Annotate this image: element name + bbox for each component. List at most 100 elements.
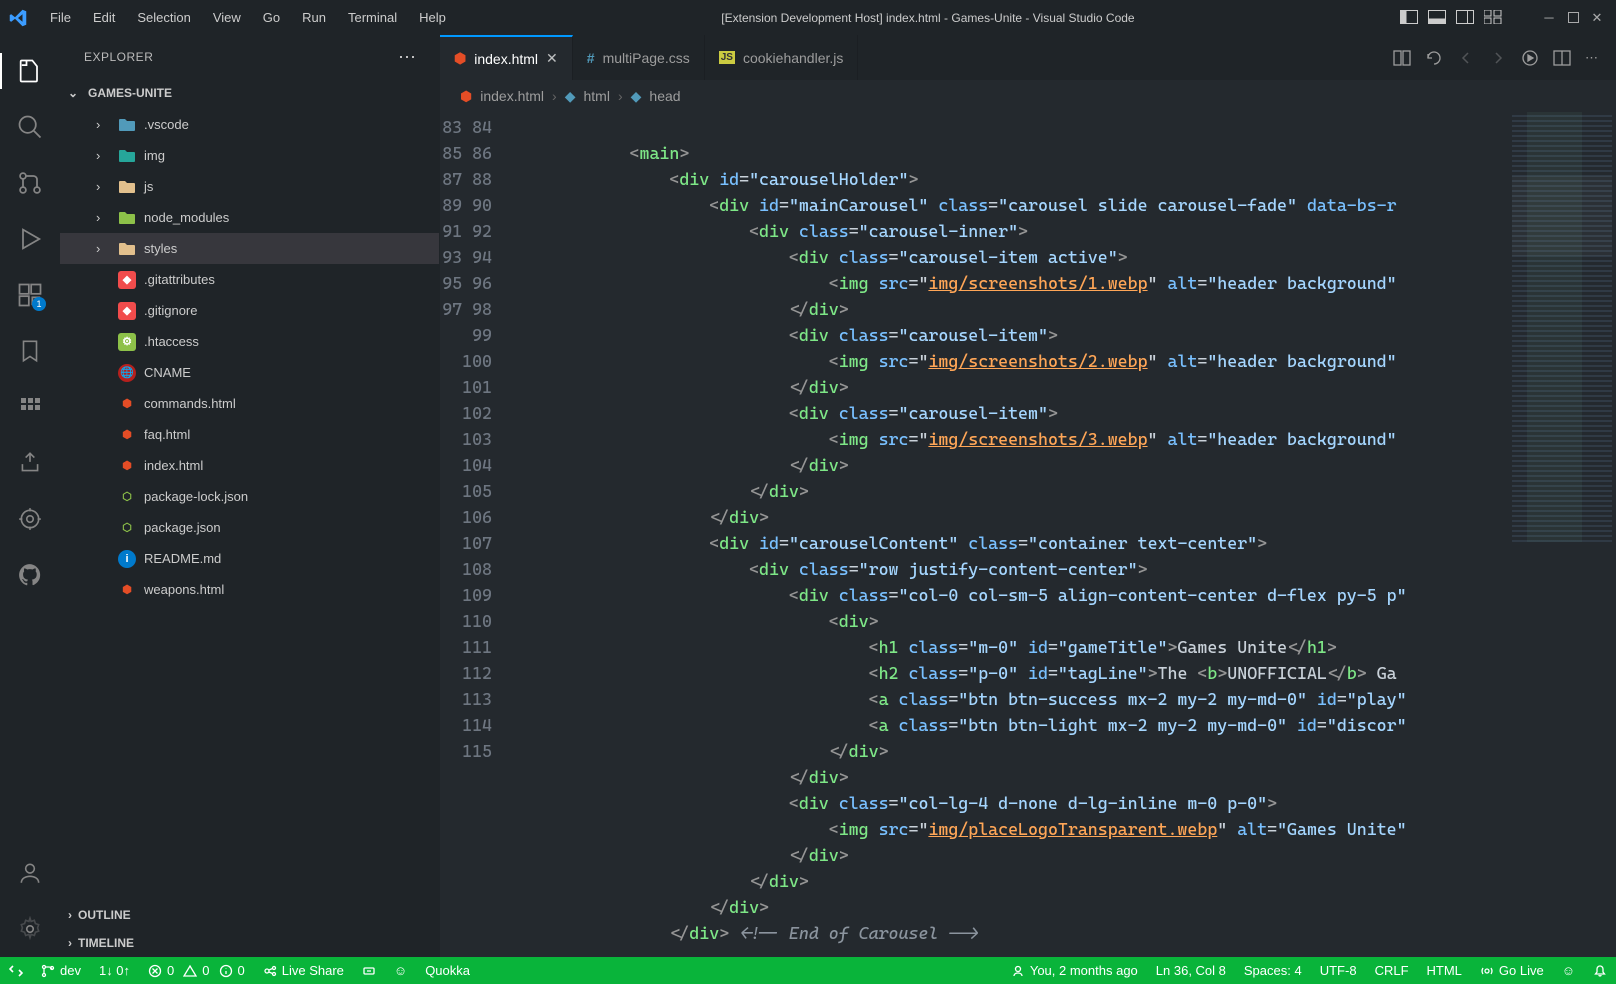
- file-label: index.html: [144, 458, 203, 473]
- project-header[interactable]: ⌄ GAMES-UNITE: [60, 79, 439, 107]
- tab-multipage-css[interactable]: # multiPage.css: [573, 35, 705, 80]
- activity-explorer[interactable]: [0, 43, 60, 99]
- tree-item-readme-md[interactable]: iREADME.md: [60, 543, 439, 574]
- tree-item--gitattributes[interactable]: ◆.gitattributes: [60, 264, 439, 295]
- status-quokka[interactable]: Quokka: [416, 957, 479, 984]
- status-branch[interactable]: dev: [32, 957, 90, 984]
- close-icon[interactable]: ✕: [1590, 11, 1604, 25]
- status-bell-icon[interactable]: [1584, 957, 1616, 984]
- status-emoji[interactable]: ☺: [385, 957, 416, 984]
- toggle-panel-left-icon[interactable]: [1400, 10, 1418, 26]
- line-numbers: 83 84 85 86 87 88 89 90 91 92 93 94 95 9…: [440, 112, 510, 957]
- file-icon: ⚙: [118, 333, 136, 351]
- run-icon[interactable]: [1521, 49, 1539, 67]
- customize-layout-icon[interactable]: [1484, 10, 1502, 26]
- compare-icon[interactable]: [1393, 50, 1411, 66]
- branch-label: dev: [60, 963, 81, 978]
- status-eol[interactable]: CRLF: [1366, 957, 1418, 984]
- chevron-right-icon: ›: [96, 117, 110, 132]
- breadcrumb-head[interactable]: head: [649, 88, 680, 104]
- tree-item--vscode[interactable]: ›.vscode: [60, 109, 439, 140]
- status-encoding[interactable]: UTF-8: [1311, 957, 1366, 984]
- activity-settings[interactable]: [0, 901, 60, 957]
- timeline-section[interactable]: › TIMELINE: [60, 929, 439, 957]
- chevron-down-icon: ⌄: [68, 86, 82, 100]
- toggle-panel-bottom-icon[interactable]: [1428, 10, 1446, 26]
- status-sync[interactable]: 1↓ 0↑: [90, 957, 139, 984]
- more-icon[interactable]: ⋯: [1585, 50, 1598, 66]
- toggle-panel-right-icon[interactable]: [1456, 10, 1474, 26]
- activity-apps[interactable]: [0, 379, 60, 435]
- nav-forward-icon[interactable]: [1489, 49, 1507, 67]
- file-label: .gitattributes: [144, 272, 215, 287]
- file-icon: [118, 241, 136, 257]
- file-icon: [118, 179, 136, 195]
- activity-source-control[interactable]: [0, 155, 60, 211]
- menu-selection[interactable]: Selection: [127, 6, 200, 29]
- tree-item-img[interactable]: ›img: [60, 140, 439, 171]
- activity-run-debug[interactable]: [0, 211, 60, 267]
- tab-close-icon[interactable]: ✕: [546, 50, 558, 67]
- tree-item--htaccess[interactable]: ⚙.htaccess: [60, 326, 439, 357]
- statusbar: dev 1↓ 0↑ 0 0 0 Live Share ☺ Quokka You,…: [0, 957, 1616, 984]
- vscode-logo-icon: [8, 8, 28, 28]
- status-problems[interactable]: 0 0 0: [139, 957, 254, 984]
- status-port[interactable]: [353, 957, 385, 984]
- breadcrumb[interactable]: ⬢ index.html › ◆ html › ◆ head: [440, 80, 1616, 112]
- breadcrumb-file[interactable]: index.html: [480, 88, 544, 104]
- activity-github[interactable]: [0, 547, 60, 603]
- menu-view[interactable]: View: [203, 6, 251, 29]
- activitybar: 1: [0, 35, 60, 957]
- status-spaces[interactable]: Spaces: 4: [1235, 957, 1311, 984]
- tab-cookiehandler-js[interactable]: JS cookiehandler.js: [705, 35, 859, 80]
- menu-go[interactable]: Go: [253, 6, 290, 29]
- breadcrumb-html[interactable]: html: [584, 88, 610, 104]
- tree-item-package-json[interactable]: ⬡package.json: [60, 512, 439, 543]
- activity-extensions[interactable]: 1: [0, 267, 60, 323]
- activity-account[interactable]: [0, 845, 60, 901]
- tree-item-styles[interactable]: ›styles: [60, 233, 439, 264]
- status-remote[interactable]: [0, 957, 32, 984]
- file-icon: ⬢: [118, 457, 136, 475]
- outline-section[interactable]: › OUTLINE: [60, 901, 439, 929]
- file-icon: ⬡: [118, 519, 136, 537]
- tree-item-node-modules[interactable]: ›node_modules: [60, 202, 439, 233]
- menu-help[interactable]: Help: [409, 6, 456, 29]
- status-feedback[interactable]: ☺: [1553, 957, 1584, 984]
- menu-file[interactable]: File: [40, 6, 81, 29]
- activity-target[interactable]: [0, 491, 60, 547]
- revert-icon[interactable]: [1425, 49, 1443, 67]
- minimize-icon[interactable]: ─: [1542, 11, 1556, 25]
- chevron-right-icon: ›: [96, 148, 110, 163]
- maximize-icon[interactable]: [1566, 11, 1580, 25]
- code-editor[interactable]: 83 84 85 86 87 88 89 90 91 92 93 94 95 9…: [440, 112, 1616, 957]
- minimap[interactable]: [1512, 112, 1612, 542]
- code-content[interactable]: <main> <div id="carouselHolder"> <div id…: [510, 112, 1616, 957]
- tab-label: multiPage.css: [603, 50, 690, 66]
- activity-search[interactable]: [0, 99, 60, 155]
- html-icon: ⬢: [454, 50, 466, 67]
- tree-item-index-html[interactable]: ⬢ index.html: [60, 450, 439, 481]
- file-label: commands.html: [144, 396, 236, 411]
- activity-bookmarks[interactable]: [0, 323, 60, 379]
- tree-item-commands-html[interactable]: ⬢commands.html: [60, 388, 439, 419]
- tab-index-html[interactable]: ⬢ index.html ✕: [440, 35, 573, 80]
- tree-item-js[interactable]: ›js: [60, 171, 439, 202]
- status-cursor[interactable]: Ln 36, Col 8: [1147, 957, 1235, 984]
- tree-item-faq-html[interactable]: ⬢faq.html: [60, 419, 439, 450]
- tree-item-package-lock-json[interactable]: ⬡package-lock.json: [60, 481, 439, 512]
- menu-edit[interactable]: Edit: [83, 6, 125, 29]
- tree-item--gitignore[interactable]: ◆.gitignore: [60, 295, 439, 326]
- split-editor-icon[interactable]: [1553, 50, 1571, 66]
- tree-item-cname[interactable]: 🌐CNAME: [60, 357, 439, 388]
- status-blame[interactable]: You, 2 months ago: [1002, 957, 1147, 984]
- activity-share[interactable]: [0, 435, 60, 491]
- menu-run[interactable]: Run: [292, 6, 336, 29]
- menu-terminal[interactable]: Terminal: [338, 6, 407, 29]
- status-golive[interactable]: Go Live: [1471, 957, 1553, 984]
- status-liveshare[interactable]: Live Share: [254, 957, 353, 984]
- tree-item-weapons-html[interactable]: ⬢weapons.html: [60, 574, 439, 605]
- status-language[interactable]: HTML: [1418, 957, 1471, 984]
- sidebar-more-icon[interactable]: ⋯: [398, 47, 417, 68]
- nav-back-icon[interactable]: [1457, 49, 1475, 67]
